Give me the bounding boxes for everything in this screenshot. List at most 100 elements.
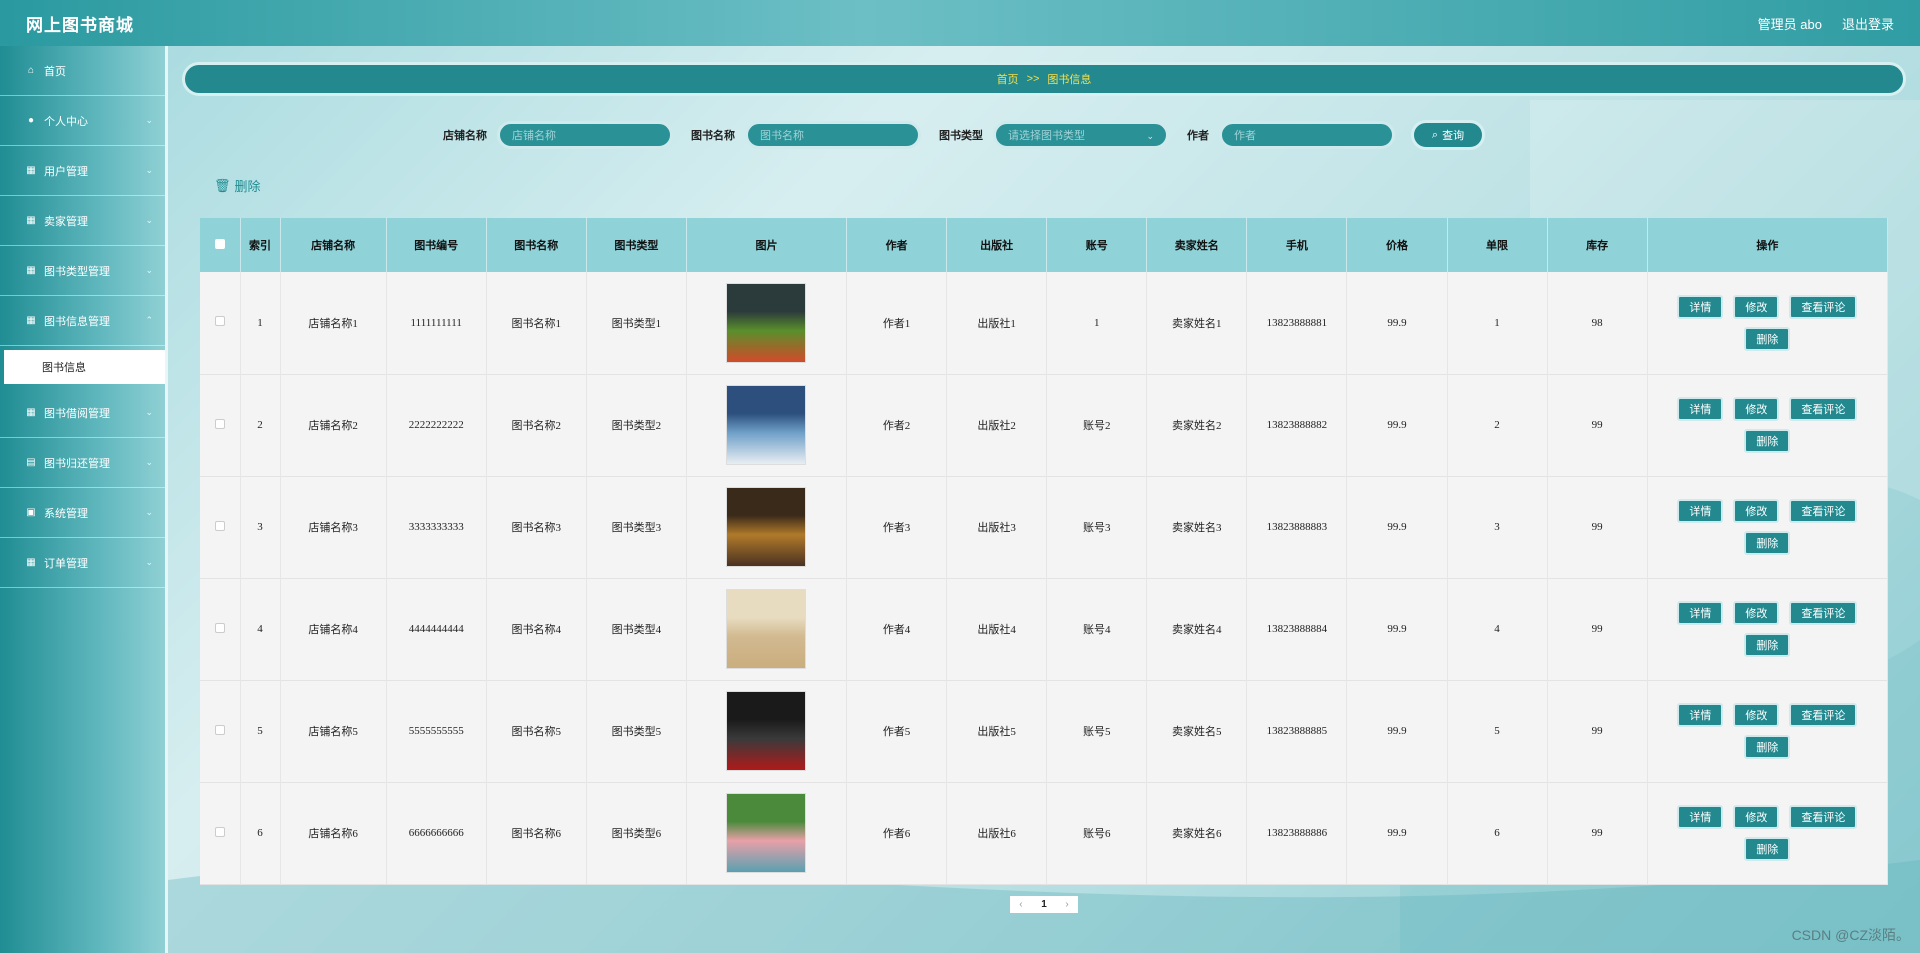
- sidebar-item-sellers[interactable]: ▦ 卖家管理 ⌄: [0, 196, 165, 246]
- row-select-cell[interactable]: [200, 272, 241, 374]
- edit-button[interactable]: 修改: [1733, 805, 1780, 829]
- cell-shop: 店铺名称4: [280, 578, 387, 680]
- sidebar-item-borrow[interactable]: ▦ 图书借阅管理 ⌄: [0, 388, 165, 438]
- chevron-down-icon: ⌄: [145, 507, 153, 517]
- view-comments-button[interactable]: 查看评论: [1789, 805, 1858, 829]
- trash-icon: 🗑: [214, 177, 231, 193]
- details-button[interactable]: 详情: [1677, 703, 1724, 727]
- view-comments-button[interactable]: 查看评论: [1789, 294, 1858, 319]
- details-button[interactable]: 详情: [1677, 601, 1724, 625]
- details-button[interactable]: 详情: [1677, 397, 1724, 421]
- delete-button[interactable]: 删除: [1744, 837, 1791, 861]
- details-button[interactable]: 详情: [1677, 499, 1724, 523]
- cell-limit: 1: [1447, 272, 1548, 374]
- chevron-down-icon: ⌄: [145, 265, 153, 275]
- details-button[interactable]: 详情: [1677, 294, 1724, 319]
- sidebar-item-home[interactable]: ⌂ 首页: [0, 46, 165, 96]
- cell-type: 图书类型2: [586, 374, 687, 476]
- sidebar-item-label: 首页: [44, 65, 66, 78]
- column-header: 单限: [1447, 218, 1548, 272]
- cell-limit: 2: [1447, 374, 1548, 476]
- sidebar-subitem-book-info[interactable]: 图书信息: [4, 350, 165, 384]
- column-header: 图书编号: [386, 218, 487, 272]
- row-checkbox[interactable]: [214, 520, 225, 531]
- cell-seller: 卖家姓名3: [1146, 476, 1248, 578]
- book-name-input[interactable]: 图书名称: [745, 121, 921, 149]
- details-button[interactable]: 详情: [1677, 805, 1724, 829]
- cover-cell: [686, 782, 848, 884]
- delete-button[interactable]: 删除: [1744, 326, 1791, 351]
- book-cover-image[interactable]: [726, 282, 807, 363]
- sidebar-item-book-info[interactable]: ▦ 图书信息管理 ⌃: [0, 296, 165, 346]
- cell-price: 99.9: [1346, 680, 1448, 782]
- book-cover-image[interactable]: [726, 691, 807, 771]
- book-type-select[interactable]: 请选择图书类型 ⌄: [993, 121, 1169, 149]
- view-comments-button[interactable]: 查看评论: [1789, 499, 1858, 523]
- search-button[interactable]: ⌕ 查询: [1411, 120, 1485, 150]
- cell-stock: 99: [1547, 782, 1648, 884]
- author-input[interactable]: 作者: [1219, 121, 1395, 149]
- edit-button[interactable]: 修改: [1733, 601, 1780, 625]
- row-checkbox[interactable]: [214, 724, 225, 735]
- batch-delete-button[interactable]: 🗑 删除: [214, 176, 261, 195]
- book-cover-image[interactable]: [726, 589, 807, 669]
- book-cover-image[interactable]: [726, 487, 807, 567]
- table-row: 1 店铺名称1 1111111111 图书名称1 图书类型1 作者1 出版社1 1 卖家姓名1 1…: [200, 272, 1889, 374]
- view-comments-button[interactable]: 查看评论: [1789, 397, 1858, 421]
- column-header: 图书类型: [586, 218, 687, 272]
- cell-price: 99.9: [1346, 782, 1448, 884]
- row-select-cell[interactable]: [200, 476, 241, 578]
- delete-button[interactable]: 删除: [1744, 429, 1791, 453]
- current-page[interactable]: 1: [1041, 899, 1047, 910]
- row-select-cell[interactable]: [200, 680, 241, 782]
- sidebar-item-orders[interactable]: ▦ 订单管理 ⌄: [0, 538, 165, 588]
- actions-cell: 详情 修改 查看评论删除: [1647, 578, 1889, 680]
- delete-button[interactable]: 删除: [1744, 633, 1791, 657]
- logout-link[interactable]: 退出登录: [1842, 14, 1894, 33]
- search-icon: ⌕: [1431, 128, 1439, 141]
- cell-stock: 99: [1547, 374, 1648, 476]
- edit-button[interactable]: 修改: [1733, 499, 1780, 523]
- row-checkbox[interactable]: [214, 622, 225, 633]
- row-select-cell[interactable]: [200, 782, 241, 884]
- next-page-button[interactable]: ›: [1065, 899, 1068, 910]
- select-all-cell[interactable]: [200, 218, 241, 272]
- row-checkbox[interactable]: [214, 316, 225, 327]
- row-select-cell[interactable]: [200, 374, 241, 476]
- column-header: 出版社: [946, 218, 1048, 272]
- cell-phone: 13823888885: [1246, 680, 1348, 782]
- edit-button[interactable]: 修改: [1733, 397, 1780, 421]
- edit-button[interactable]: 修改: [1733, 294, 1780, 319]
- column-header: 索引: [240, 218, 281, 272]
- select-all-checkbox[interactable]: [214, 238, 225, 249]
- cell-stock: 99: [1547, 680, 1648, 782]
- cell-account: 账号6: [1046, 782, 1148, 884]
- prev-page-button[interactable]: ‹: [1019, 899, 1022, 910]
- breadcrumb-home[interactable]: 首页: [997, 71, 1019, 87]
- table-header-row: 索引 店铺名称 图书编号 图书名称 图书类型 图片 作者 出版社 账号 卖家姓名…: [200, 218, 1889, 272]
- actions-cell: 详情 修改 查看评论删除: [1647, 272, 1889, 374]
- row-checkbox[interactable]: [214, 826, 225, 837]
- row-select-cell[interactable]: [200, 578, 241, 680]
- sidebar-item-users[interactable]: ▦ 用户管理 ⌄: [0, 146, 165, 196]
- row-checkbox[interactable]: [214, 418, 225, 429]
- book-cover-image[interactable]: [726, 793, 807, 873]
- column-header: 价格: [1346, 218, 1448, 272]
- book-cover-image[interactable]: [726, 385, 807, 465]
- view-comments-button[interactable]: 查看评论: [1789, 703, 1858, 727]
- sidebar-item-label: 系统管理: [44, 507, 88, 520]
- table-row: 3 店铺名称3 3333333333 图书名称3 图书类型3 作者3 出版社3 账号3 卖家姓名…: [200, 476, 1889, 578]
- sidebar-item-book-types[interactable]: ▦ 图书类型管理 ⌄: [0, 246, 165, 296]
- sidebar-item-return[interactable]: ▤ 图书归还管理 ⌄: [0, 438, 165, 488]
- sidebar-item-system[interactable]: ▣ 系统管理 ⌄: [0, 488, 165, 538]
- delete-button[interactable]: 删除: [1744, 735, 1791, 759]
- edit-button[interactable]: 修改: [1733, 703, 1780, 727]
- view-comments-button[interactable]: 查看评论: [1789, 601, 1858, 625]
- shop-name-input[interactable]: 店铺名称: [497, 121, 673, 149]
- cell-name: 图书名称4: [486, 578, 587, 680]
- cell-index: 2: [240, 374, 281, 476]
- cover-cell: [686, 476, 848, 578]
- column-header: 卖家姓名: [1146, 218, 1248, 272]
- delete-button[interactable]: 删除: [1744, 531, 1791, 555]
- cell-code: 4444444444: [386, 578, 487, 680]
